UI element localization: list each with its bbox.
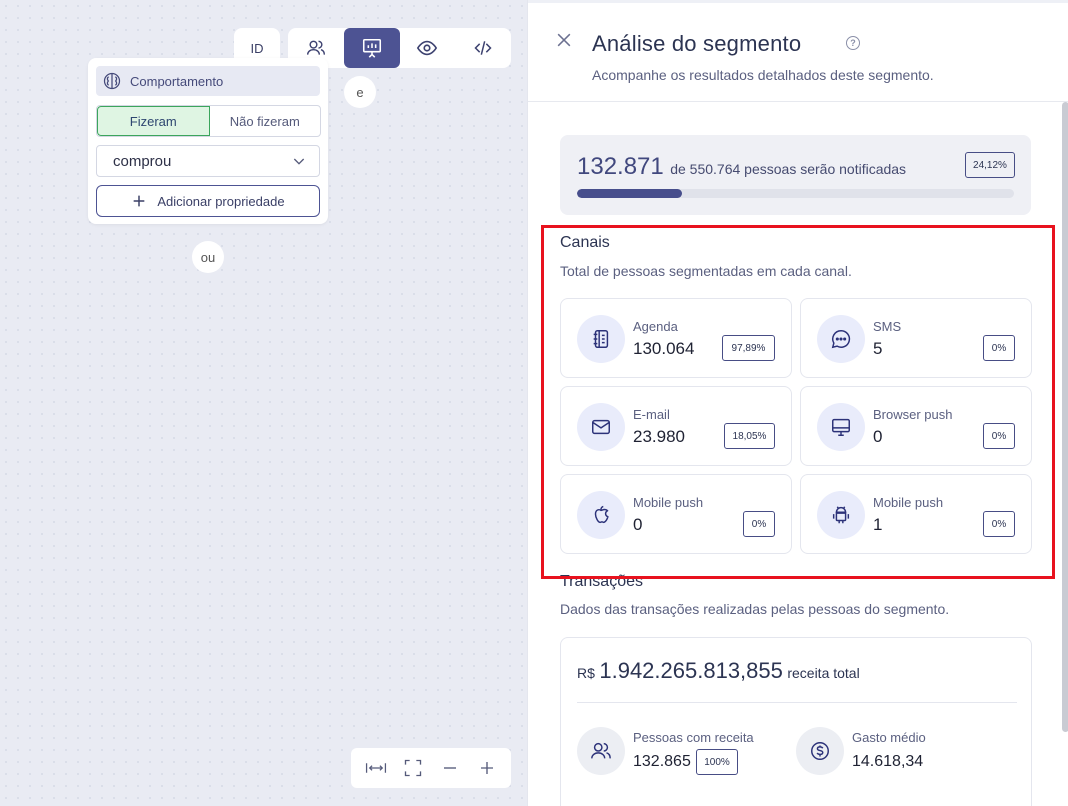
channel-percent-badge: 0% <box>983 335 1015 361</box>
and-connector-label: e <box>356 84 364 100</box>
flow-canvas[interactable]: ID Comportamento Fizeram Não fizeram com… <box>0 0 527 806</box>
zoom-out-button[interactable] <box>435 753 465 783</box>
channel-label: Agenda <box>633 319 678 334</box>
or-connector[interactable]: ou <box>192 241 224 273</box>
channel-card-android-push[interactable]: Mobile push 1 0% <box>800 474 1032 554</box>
id-label: ID <box>250 40 264 56</box>
channel-card-ios-push[interactable]: Mobile push 0 0% <box>560 474 792 554</box>
dollar-coin-icon <box>796 727 844 775</box>
address-book-icon <box>577 315 625 363</box>
channel-value: 5 <box>873 339 883 358</box>
behavior-rule-card: Comportamento Fizeram Não fizeram compro… <box>88 58 328 224</box>
channel-card-agenda[interactable]: Agenda 130.064 97,89% <box>560 298 792 378</box>
people-percent-badge: 100% <box>696 749 738 775</box>
summary-text: 132.871 de 550.764 pessoas serão notific… <box>577 153 906 181</box>
panel-title: Análise do segmento <box>592 31 802 56</box>
desktop-icon <box>817 403 865 451</box>
zoom-in-button[interactable] <box>472 753 502 783</box>
plus-icon <box>480 762 493 774</box>
chevron-down-icon <box>293 158 305 165</box>
fullscreen-icon <box>404 759 421 777</box>
minus-icon <box>443 767 456 769</box>
apple-icon <box>577 491 625 539</box>
divider <box>577 702 1017 703</box>
close-button[interactable] <box>554 30 574 55</box>
close-icon <box>557 33 571 47</box>
summary-rest: de 550.764 pessoas serão notificadas <box>670 161 907 177</box>
rule-header[interactable]: Comportamento <box>96 66 320 96</box>
fit-width-button[interactable] <box>361 753 391 783</box>
channel-label: SMS <box>873 319 902 334</box>
or-connector-label: ou <box>200 249 216 265</box>
revenue-total-label: receita total <box>787 665 860 681</box>
channel-label: Browser push <box>873 407 953 422</box>
fullscreen-button[interactable] <box>398 753 428 783</box>
did-toggle: Fizeram Não fizeram <box>96 105 321 137</box>
envelope-icon <box>577 403 625 451</box>
panel-scrollbar[interactable] <box>1062 102 1068 732</box>
users-icon <box>306 40 325 55</box>
preview-button[interactable] <box>400 28 456 68</box>
channel-percent-badge: 0% <box>983 511 1015 537</box>
event-select[interactable]: comprou <box>96 145 320 177</box>
presentation-chart-icon <box>362 38 381 58</box>
channel-percent-badge: 0% <box>743 511 775 537</box>
and-connector[interactable]: e <box>344 76 376 108</box>
code-icon <box>474 41 492 55</box>
people-label: Pessoas com receita <box>633 730 754 745</box>
channel-percent-badge: 18,05% <box>724 423 775 449</box>
channel-label: Mobile push <box>633 495 704 510</box>
segment-analysis-panel: Análise do segmento ? Acompanhe os resul… <box>527 0 1068 806</box>
transactions-subtitle: Dados das transações realizadas pelas pe… <box>560 601 950 617</box>
revenue-currency: R$ <box>577 665 595 681</box>
rule-header-label: Comportamento <box>130 73 224 89</box>
channel-value: 0 <box>873 427 883 446</box>
channels-subtitle: Total de pessoas segmentadas em cada can… <box>560 263 852 279</box>
android-icon <box>817 491 865 539</box>
add-property-label: Adicionar propriedade <box>157 193 285 209</box>
summary-progress-bar <box>577 189 1014 198</box>
people-value: 132.865 <box>633 753 691 770</box>
avg-spend-value: 14.618,34 <box>852 753 924 770</box>
summary-percent-badge: 24,12% <box>965 152 1015 178</box>
zoom-controls <box>351 748 511 788</box>
channel-value: 130.064 <box>633 339 695 358</box>
analysis-button[interactable] <box>343 28 400 68</box>
chat-bubble-icon <box>817 315 865 363</box>
toggle-did-not[interactable]: Não fizeram <box>210 106 321 136</box>
channel-card-browser-push[interactable]: Browser push 0 0% <box>800 386 1032 466</box>
fit-width-icon <box>365 763 386 773</box>
transactions-card: R$ 1.942.265.813,855 receita total Pesso… <box>560 637 1032 806</box>
revenue-total-value: 1.942.265.813,855 <box>599 658 783 683</box>
channel-value: 23.980 <box>633 427 685 446</box>
notification-summary: 132.871 de 550.764 pessoas serão notific… <box>560 135 1031 215</box>
channel-label: E-mail <box>633 407 670 422</box>
channel-card-email[interactable]: E-mail 23.980 18,05% <box>560 386 792 466</box>
eye-icon <box>417 40 438 56</box>
summary-progress-fill <box>577 189 683 198</box>
channel-value: 0 <box>633 515 643 534</box>
channel-value: 1 <box>873 515 883 534</box>
event-select-value: comprou <box>113 152 172 170</box>
users-icon <box>577 727 625 775</box>
panel-header: Análise do segmento ? Acompanhe os resul… <box>528 0 1068 102</box>
channel-card-sms[interactable]: SMS 5 0% <box>800 298 1032 378</box>
add-property-button[interactable]: Adicionar propriedade <box>96 185 320 217</box>
channel-percent-badge: 97,89% <box>722 335 775 361</box>
help-icon[interactable]: ? <box>846 36 860 50</box>
transactions-title: Transações <box>560 573 643 590</box>
avg-spend-label: Gasto médio <box>852 730 926 745</box>
channels-title: Canais <box>560 234 610 251</box>
code-button[interactable] <box>455 28 511 68</box>
channel-percent-badge: 0% <box>983 423 1015 449</box>
plus-icon <box>134 195 145 207</box>
toggle-did[interactable]: Fizeram <box>97 106 210 136</box>
channel-label: Mobile push <box>873 495 944 510</box>
revenue-total: R$ 1.942.265.813,855 receita total <box>577 658 860 684</box>
brain-icon <box>103 72 121 90</box>
panel-subtitle: Acompanhe os resultados detalhados deste… <box>592 67 934 83</box>
summary-count: 132.871 <box>577 153 664 180</box>
